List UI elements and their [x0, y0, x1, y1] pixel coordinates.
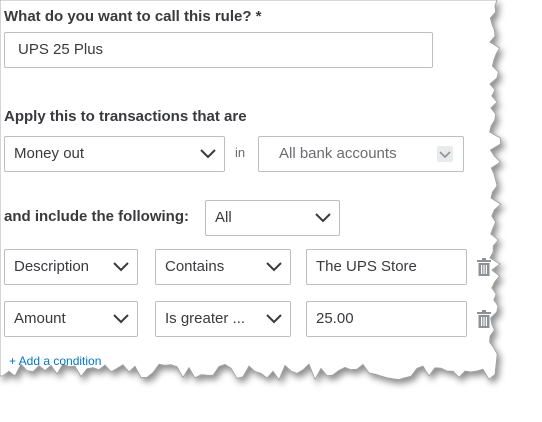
apply-label: Apply this to transactions that are — [4, 108, 247, 125]
rule-name-label: What do you want to call this rule? * — [4, 8, 262, 25]
rule-name-input[interactable]: UPS 25 Plus — [4, 32, 433, 68]
account-value: All bank accounts — [279, 145, 397, 162]
include-label: and include the following: — [4, 208, 189, 225]
condition-value-text: 25.00 — [316, 310, 354, 327]
condition-value-text: The UPS Store — [316, 258, 417, 275]
account-select[interactable]: All bank accounts — [258, 136, 464, 172]
condition-value-input[interactable]: The UPS Store — [306, 249, 467, 285]
chevron-down-icon — [315, 213, 331, 223]
add-condition-link[interactable]: + Add a condition — [9, 354, 101, 368]
chevron-down-icon — [266, 262, 282, 272]
condition-field-value: Description — [14, 258, 90, 275]
condition-operator-select[interactable]: Contains — [155, 249, 291, 285]
direction-select[interactable]: Money out — [4, 136, 225, 172]
condition-value-input[interactable]: 25.00 — [306, 301, 467, 337]
chevron-down-icon — [437, 146, 453, 162]
condition-operator-value: Contains — [165, 258, 225, 275]
rule-name-value: UPS 25 Plus — [18, 41, 104, 58]
condition-operator-value: Is greater ... — [165, 310, 246, 327]
condition-field-value: Amount — [14, 310, 66, 327]
trash-icon[interactable] — [477, 258, 491, 276]
condition-field-select[interactable]: Description — [4, 249, 138, 285]
match-select[interactable]: All — [205, 200, 340, 236]
direction-value: Money out — [14, 145, 85, 162]
in-label: in — [235, 145, 246, 160]
chevron-down-icon — [113, 262, 129, 272]
trash-icon[interactable] — [477, 310, 491, 328]
chevron-down-icon — [200, 149, 216, 159]
chevron-down-icon — [266, 314, 282, 324]
match-value: All — [215, 209, 232, 226]
chevron-down-icon — [113, 314, 129, 324]
condition-field-select[interactable]: Amount — [4, 301, 138, 337]
condition-operator-select[interactable]: Is greater ... — [155, 301, 291, 337]
